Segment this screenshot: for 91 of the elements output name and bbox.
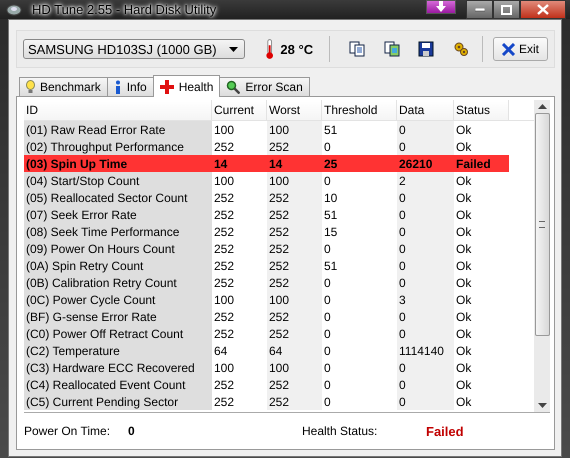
health-status-label: Health Status: [302, 424, 378, 438]
table-cell: 0 [397, 274, 454, 291]
table-cell: 0 [397, 240, 454, 257]
window-title: HD Tune 2.55 - Hard Disk Utility [30, 2, 219, 17]
table-cell: 252 [267, 189, 322, 206]
tab[interactable]: Health [152, 75, 220, 97]
table-cell: 0 [397, 121, 454, 138]
exit-button[interactable]: Exit [492, 37, 548, 61]
disk-icon [6, 2, 22, 16]
health-status-value: Failed [426, 424, 464, 438]
table-cell: 252 [267, 393, 322, 410]
table-cell: (C5) Current Pending Sector [24, 393, 212, 410]
table-cell: (C3) Hardware ECC Recovered [24, 359, 212, 376]
table-cell: 100 [267, 172, 322, 189]
light-bulb-icon [26, 80, 35, 94]
scrollbar[interactable] [534, 100, 550, 412]
column-header[interactable]: Worst [267, 100, 322, 120]
column-header[interactable]: Threshold [322, 100, 397, 120]
table-cell: 14 [212, 155, 267, 172]
info-icon [114, 80, 122, 94]
table-cell: 0 [397, 138, 454, 155]
table-cell: (C2) Temperature [24, 342, 212, 359]
table-cell: 0 [397, 308, 454, 325]
table-cell: (0C) Power Cycle Count [24, 291, 212, 308]
table-cell: 26210 [397, 155, 454, 172]
close-button[interactable] [520, 0, 566, 19]
table-cell: (BF) G-sense Error Rate [24, 308, 212, 325]
table-cell: 252 [267, 274, 322, 291]
table-cell: (08) Seek Time Performance [24, 223, 212, 240]
column-header[interactable]: Data [397, 100, 454, 120]
table-cell: (05) Reallocated Sector Count [24, 189, 212, 206]
column-header[interactable]: ID [24, 100, 212, 120]
table-cell: Failed [454, 155, 509, 172]
table-cell: 252 [267, 206, 322, 223]
table-cell: (04) Start/Stop Count [24, 172, 212, 189]
table-cell: 252 [267, 257, 322, 274]
column-header[interactable]: Status [454, 100, 509, 120]
table-cell: 252 [267, 376, 322, 393]
power-on-time-value: 0 [128, 424, 136, 438]
table-cell: 0 [397, 206, 454, 223]
table-cell: 0 [397, 325, 454, 342]
table-cell: (0B) Calibration Retry Count [24, 274, 212, 291]
scroll-down-icon[interactable] [538, 403, 546, 408]
close-icon [502, 42, 515, 56]
maximize-button[interactable] [493, 0, 520, 19]
down-arrow-icon [434, 1, 448, 13]
table-cell: (C0) Power Off Retract Count [24, 325, 212, 342]
close-icon [537, 4, 549, 15]
table-cell: 3 [397, 291, 454, 308]
download-button[interactable] [426, 0, 456, 14]
table-cell: 2 [397, 172, 454, 189]
table-cell: 0 [397, 189, 454, 206]
caret-icon [229, 46, 238, 52]
table-cell: 252 [267, 325, 322, 342]
search-icon [226, 80, 240, 94]
tab[interactable]: Info [106, 77, 154, 96]
table-cell: 0 [397, 393, 454, 410]
thermometer-icon [265, 38, 274, 60]
table-cell: (03) Spin Up Time [24, 155, 212, 172]
power-on-time-label: Power On Time: [24, 424, 112, 438]
table-cell: 252 [267, 223, 322, 240]
health-cross-icon [160, 80, 174, 94]
table-cell: 100 [267, 291, 322, 308]
table-cell: (0A) Spin Retry Count [24, 257, 212, 274]
table-cell: 100 [267, 121, 322, 138]
table-cell: 0 [397, 376, 454, 393]
table-cell: 252 [267, 308, 322, 325]
table-cell: (01) Raw Read Error Rate [24, 121, 212, 138]
minimize-button[interactable] [466, 0, 493, 19]
table-cell: 252 [267, 138, 322, 155]
table-cell: 14 [267, 155, 322, 172]
table-cell: (09) Power On Hours Count [24, 240, 212, 257]
table-cell: (07) Seek Error Rate [24, 206, 212, 223]
minimize-icon [474, 8, 484, 12]
maximize-icon [501, 4, 512, 14]
table-cell: (C4) Reallocated Event Count [24, 376, 212, 393]
table-cell: 100 [267, 359, 322, 376]
table-cell: (02) Throughput Performance [24, 138, 212, 155]
table-cell: 0 [397, 257, 454, 274]
tab[interactable]: Benchmark [19, 77, 108, 96]
table-cell: 25 [322, 155, 397, 172]
column-header[interactable]: Current [212, 100, 267, 120]
table-cell: 64 [267, 342, 322, 359]
scroll-up-icon[interactable] [538, 104, 546, 109]
tab[interactable]: Error Scan [219, 77, 310, 96]
table-cell: 0 [397, 359, 454, 376]
table-cell: 1114140 [397, 342, 454, 359]
table-cell: 0 [397, 223, 454, 240]
drive-dropdown[interactable]: SAMSUNG HD103SJ (1000 GB) [23, 39, 246, 59]
table-cell: 252 [267, 240, 322, 257]
temperature-reading: 28 °C [280, 42, 314, 56]
